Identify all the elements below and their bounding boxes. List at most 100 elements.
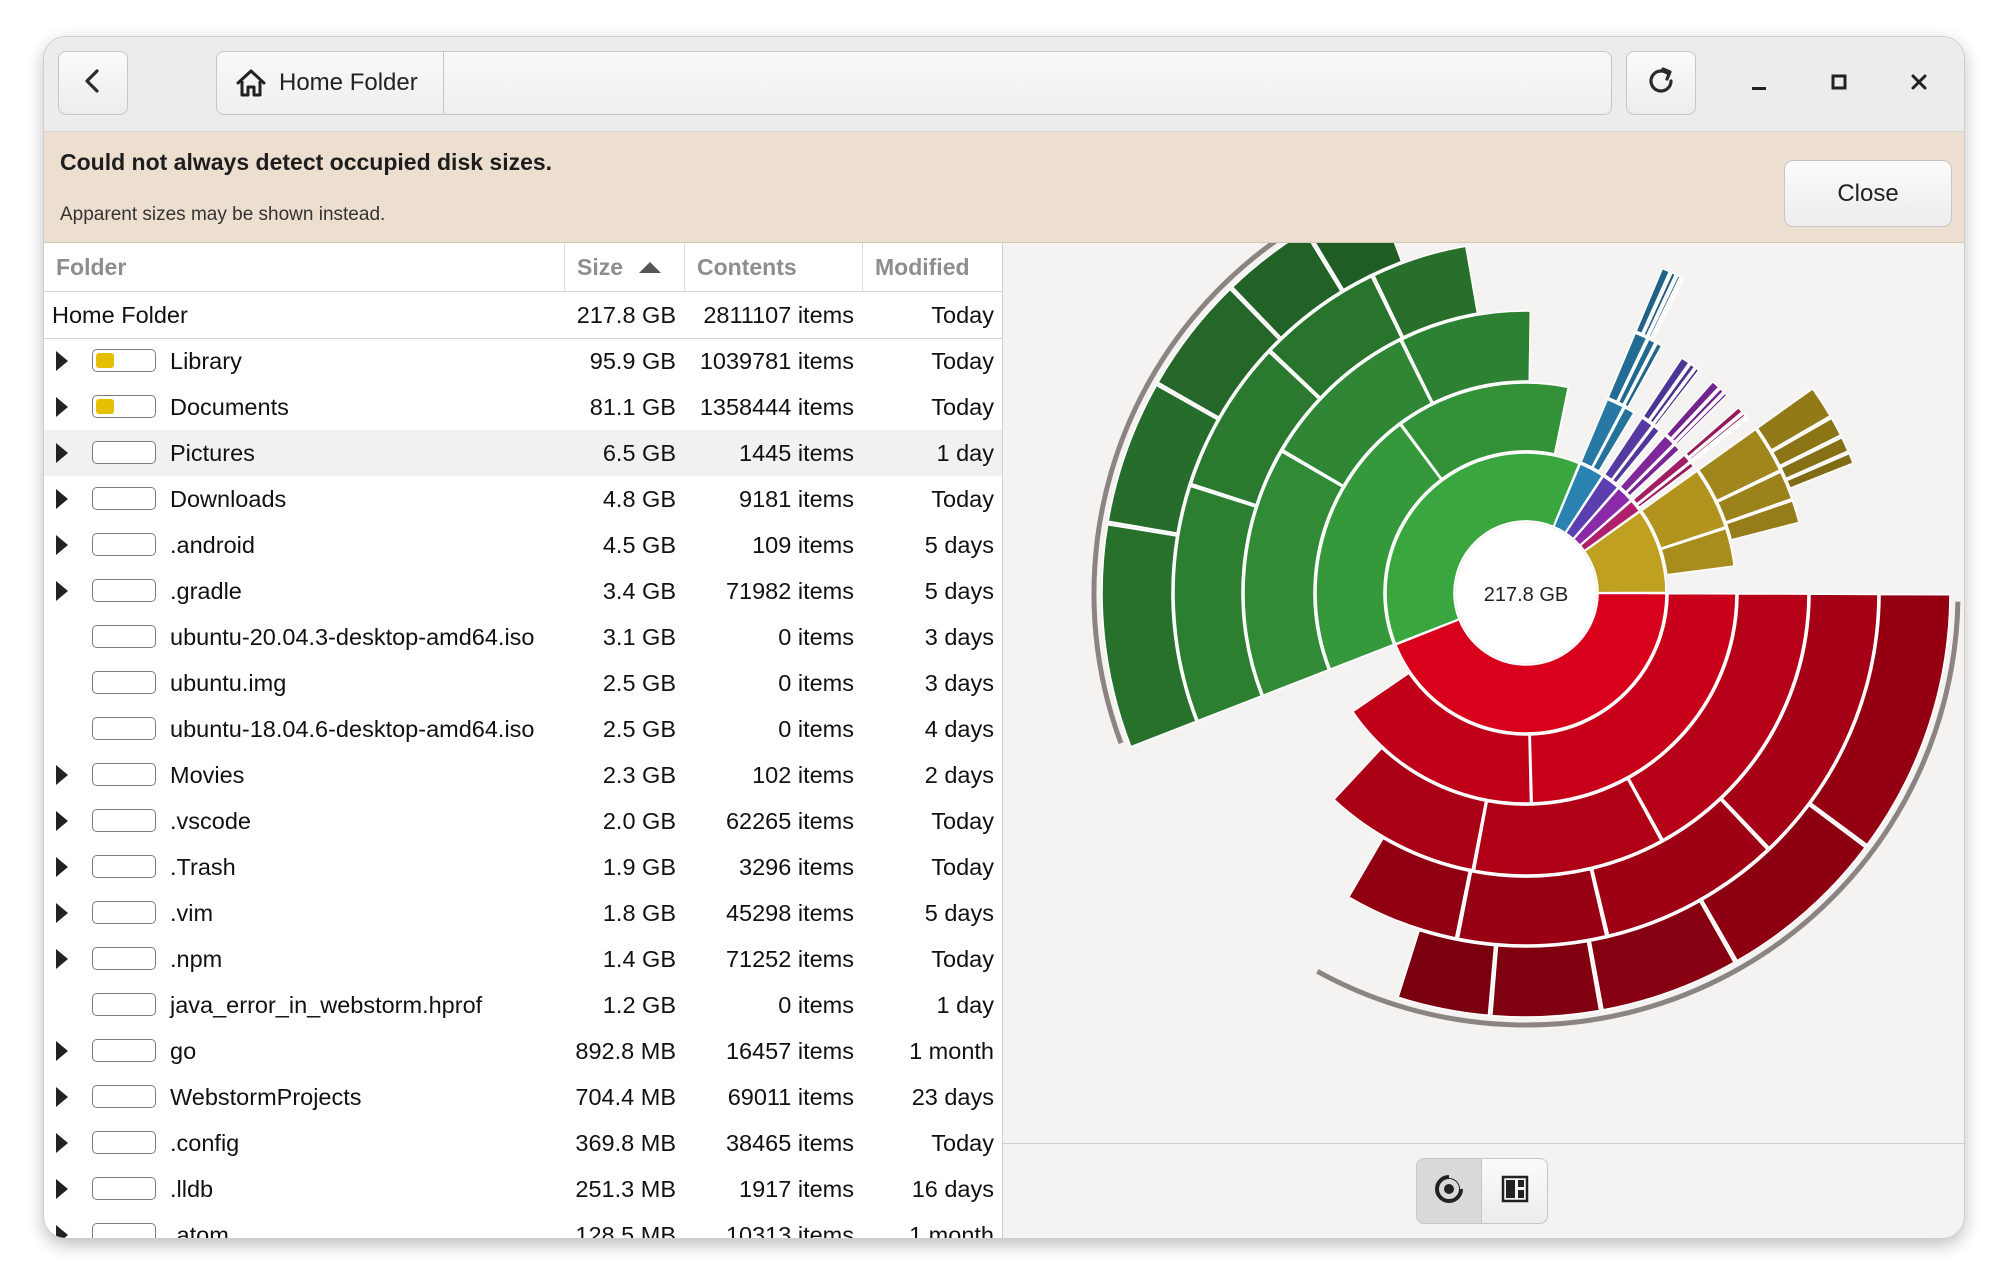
row-name: go — [170, 1038, 197, 1064]
row-modified: 3 days — [924, 624, 994, 650]
back-button[interactable] — [58, 51, 128, 115]
folder-row[interactable]: ubuntu-18.04.6-desktop-amd64.iso 2.5 GB 0 … — [44, 706, 1002, 752]
folder-row[interactable]: ubuntu.img 2.5 GB 0 items 3 days — [44, 660, 1002, 706]
row-contents: 1445 items — [739, 440, 854, 466]
usage-bar — [92, 809, 156, 832]
minimize-button[interactable] — [1734, 59, 1784, 109]
folder-row[interactable]: Downloads 4.8 GB 9181 items Today — [44, 476, 1002, 522]
folder-row[interactable]: .vim 1.8 GB 45298 items 5 days — [44, 890, 1002, 936]
usage-bar — [92, 947, 156, 970]
folder-row[interactable]: .atom 128.5 MB 10313 items 1 month — [44, 1212, 1002, 1238]
close-icon — [1909, 72, 1929, 97]
expander-arrow-icon[interactable] — [56, 903, 68, 923]
expander-arrow-icon[interactable] — [56, 1087, 68, 1107]
row-size: 704.4 MB — [575, 1084, 676, 1110]
expander-arrow-icon[interactable] — [56, 1179, 68, 1199]
folder-row[interactable]: .gradle 3.4 GB 71982 items 5 days — [44, 568, 1002, 614]
row-modified: Today — [931, 854, 994, 880]
usage-bar — [92, 1039, 156, 1062]
row-modified: 1 day — [936, 440, 995, 466]
column-size[interactable]: Size — [565, 243, 685, 291]
usage-bar — [92, 763, 156, 786]
infobar-close-button[interactable]: Close — [1784, 160, 1952, 227]
ring-chart[interactable]: 217.8 GB — [1003, 243, 1964, 1143]
row-size: 2.5 GB — [602, 716, 676, 742]
folder-row[interactable]: .vscode 2.0 GB 62265 items Today — [44, 798, 1002, 844]
folder-row[interactable]: .android 4.5 GB 109 items 5 days — [44, 522, 1002, 568]
column-folder[interactable]: Folder — [44, 243, 565, 291]
row-name: Pictures — [170, 440, 255, 466]
folder-row[interactable]: java_error_in_webstorm.hprof 1.2 GB 0 item… — [44, 982, 1002, 1028]
ring-segment[interactable] — [1490, 940, 1601, 1018]
ring-chart-view-button[interactable] — [1416, 1158, 1482, 1224]
expander-arrow-icon[interactable] — [56, 949, 68, 969]
column-folder-label: Folder — [56, 253, 127, 280]
row-name: Downloads — [170, 486, 287, 512]
row-name: Movies — [170, 762, 245, 788]
row-contents: 45298 items — [725, 900, 854, 926]
row-size: 251.3 MB — [575, 1176, 676, 1202]
row-size: 2.0 GB — [602, 808, 676, 834]
expander-arrow-icon[interactable] — [56, 351, 68, 371]
folder-row[interactable]: .npm 1.4 GB 71252 items Today — [44, 936, 1002, 982]
folder-row[interactable]: .Trash 1.9 GB 3296 items Today — [44, 844, 1002, 890]
close-window-button[interactable] — [1894, 59, 1944, 109]
row-contents: 71982 items — [725, 578, 854, 604]
usage-bar — [92, 349, 156, 372]
row-modified: 1 month — [909, 1038, 994, 1064]
ring-segment[interactable] — [1397, 929, 1496, 1017]
column-contents[interactable]: Contents — [685, 243, 863, 291]
row-size: 3.1 GB — [602, 624, 676, 650]
maximize-button[interactable] — [1814, 59, 1864, 109]
usage-bar — [92, 395, 156, 418]
folder-list: Folder Size Contents Modified Home Folde… — [44, 243, 1003, 1238]
folder-row[interactable]: .lldb 251.3 MB 1917 items 16 days — [44, 1166, 1002, 1212]
ring-segment[interactable] — [1457, 868, 1607, 946]
expander-arrow-icon[interactable] — [56, 489, 68, 509]
row-name: .config — [170, 1130, 240, 1156]
expander-arrow-icon[interactable] — [56, 443, 68, 463]
expander-arrow-icon[interactable] — [56, 1225, 68, 1238]
folder-row[interactable]: Documents 81.1 GB 1358444 items Today — [44, 384, 1002, 430]
usage-bar-fill — [96, 353, 114, 368]
expander-arrow-icon[interactable] — [56, 811, 68, 831]
folder-row[interactable]: Library 95.9 GB 1039781 items Today — [44, 338, 1002, 384]
row-size: 1.9 GB — [602, 854, 676, 880]
row-size: 95.9 GB — [589, 348, 676, 374]
usage-bar — [92, 671, 156, 694]
usage-bar — [92, 901, 156, 924]
folder-row[interactable]: Movies 2.3 GB 102 items 2 days — [44, 752, 1002, 798]
expander-arrow-icon[interactable] — [56, 397, 68, 417]
row-modified: 16 days — [911, 1176, 994, 1202]
folder-row[interactable]: WebstormProjects 704.4 MB 69011 items 23 da… — [44, 1074, 1002, 1120]
expander-arrow-icon[interactable] — [56, 857, 68, 877]
folder-row[interactable]: ubuntu-20.04.3-desktop-amd64.iso 3.1 GB 0 … — [44, 614, 1002, 660]
row-contents: 1039781 items — [699, 348, 854, 374]
expander-arrow-icon[interactable] — [56, 1041, 68, 1061]
ring-center-label: 217.8 GB — [1484, 584, 1569, 606]
path-home-button[interactable]: Home Folder — [217, 52, 444, 114]
row-contents: 3296 items — [739, 854, 854, 880]
total-name: Home Folder — [52, 302, 188, 328]
expander-arrow-icon[interactable] — [56, 581, 68, 601]
reload-button[interactable] — [1626, 51, 1696, 115]
row-modified: 3 days — [924, 670, 994, 696]
treemap-view-button[interactable] — [1482, 1158, 1548, 1224]
folder-row[interactable]: .config 369.8 MB 38465 items Today — [44, 1120, 1002, 1166]
row-modified: 5 days — [924, 532, 994, 558]
total-row[interactable]: Home Folder 217.8 GB 2811107 items Today — [44, 292, 1002, 339]
row-name: WebstormProjects — [170, 1084, 362, 1110]
expander-arrow-icon[interactable] — [56, 1133, 68, 1153]
row-contents: 1917 items — [739, 1176, 854, 1202]
column-modified-label: Modified — [875, 253, 970, 280]
expander-arrow-icon[interactable] — [56, 765, 68, 785]
row-contents: 0 items — [778, 670, 854, 696]
column-modified[interactable]: Modified — [863, 243, 1002, 291]
row-size: 1.4 GB — [602, 946, 676, 972]
folder-row[interactable]: go 892.8 MB 16457 items 1 month — [44, 1028, 1002, 1074]
folder-row[interactable]: Pictures 6.5 GB 1445 items 1 day — [44, 430, 1002, 476]
usage-bar — [92, 487, 156, 510]
expander-arrow-icon[interactable] — [56, 535, 68, 555]
warning-infobar: Could not always detect occupied disk si… — [44, 132, 1964, 243]
usage-bar — [92, 533, 156, 556]
